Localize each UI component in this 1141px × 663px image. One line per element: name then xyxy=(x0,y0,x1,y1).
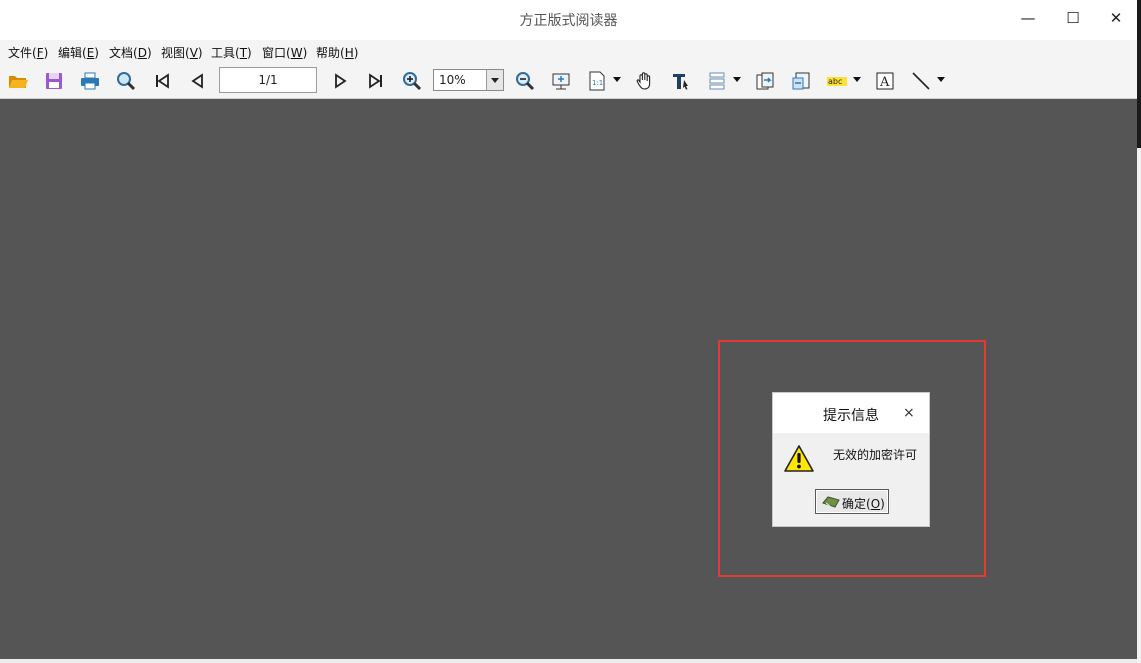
fit-screen-icon[interactable] xyxy=(550,70,572,92)
actual-size-label: 1:1 xyxy=(592,79,603,87)
zoom-out-icon[interactable] xyxy=(514,70,536,92)
message-dialog: 提示信息 × 无效的加密许可 确定(O) xyxy=(772,392,930,527)
title-bar: 方正版式阅读器 — ☐ ✕ xyxy=(0,0,1137,40)
warning-icon xyxy=(783,444,815,474)
menu-bar: 文件(F) 编辑(E) 文档(D) 视图(V) 工具(T) 窗口(W) 帮助(H… xyxy=(0,40,1137,64)
menu-edit[interactable]: 编辑(E) xyxy=(58,44,99,61)
previous-page-icon[interactable] xyxy=(187,70,209,92)
highlight-text-icon[interactable]: abc xyxy=(826,70,848,92)
last-page-icon[interactable] xyxy=(365,70,387,92)
first-page-icon[interactable] xyxy=(151,70,173,92)
text-select-icon[interactable] xyxy=(670,70,692,92)
menu-window[interactable]: 窗口(W) xyxy=(262,44,307,61)
minimize-button[interactable]: — xyxy=(1016,8,1040,28)
chevron-down-icon[interactable] xyxy=(613,77,621,82)
chevron-down-icon[interactable] xyxy=(853,77,861,82)
chevron-down-icon[interactable] xyxy=(486,70,503,90)
close-button[interactable]: ✕ xyxy=(1104,8,1128,28)
ok-button-label: 确定(O) xyxy=(842,497,885,511)
insert-page-icon[interactable] xyxy=(790,70,812,92)
open-folder-icon[interactable] xyxy=(7,70,29,92)
menu-file[interactable]: 文件(F) xyxy=(8,44,48,61)
dialog-close-button[interactable]: × xyxy=(903,405,915,421)
check-icon xyxy=(822,494,840,510)
background-window-edge xyxy=(1137,0,1141,663)
menu-document[interactable]: 文档(D) xyxy=(109,44,152,61)
menu-view[interactable]: 视图(V) xyxy=(161,44,203,61)
ok-button[interactable]: 确定(O) xyxy=(815,489,889,514)
zoom-select[interactable]: 10% xyxy=(433,69,504,91)
chevron-down-icon[interactable] xyxy=(733,77,741,82)
page-number-input[interactable]: 1/1 xyxy=(219,67,317,93)
zoom-in-icon[interactable] xyxy=(401,70,423,92)
dialog-title: 提示信息 xyxy=(823,408,879,424)
actual-size-icon[interactable]: 1:1 xyxy=(586,70,608,92)
zoom-value: 10% xyxy=(439,73,466,87)
toolbar: 1/1 10% 1:1 abc A xyxy=(0,64,1137,99)
menu-tools[interactable]: 工具(T) xyxy=(211,44,252,61)
textbox-label: A xyxy=(879,75,890,90)
status-bar xyxy=(0,659,1137,663)
hand-tool-icon[interactable] xyxy=(634,70,656,92)
maximize-button[interactable]: ☐ xyxy=(1061,8,1085,28)
print-icon[interactable] xyxy=(79,70,101,92)
menu-help[interactable]: 帮助(H) xyxy=(316,44,358,61)
dialog-title-bar: 提示信息 × xyxy=(773,393,929,433)
highlight-label: abc xyxy=(828,77,842,86)
page-layout-icon[interactable] xyxy=(706,70,728,92)
textbox-icon[interactable]: A xyxy=(874,70,896,92)
dialog-message: 无效的加密许可 xyxy=(833,448,918,462)
line-tool-icon[interactable] xyxy=(910,70,932,92)
chevron-down-icon[interactable] xyxy=(937,77,945,82)
save-icon[interactable] xyxy=(43,70,65,92)
search-icon[interactable] xyxy=(115,70,137,92)
window-title: 方正版式阅读器 xyxy=(519,13,618,29)
next-page-icon[interactable] xyxy=(329,70,351,92)
extract-page-icon[interactable] xyxy=(754,70,776,92)
